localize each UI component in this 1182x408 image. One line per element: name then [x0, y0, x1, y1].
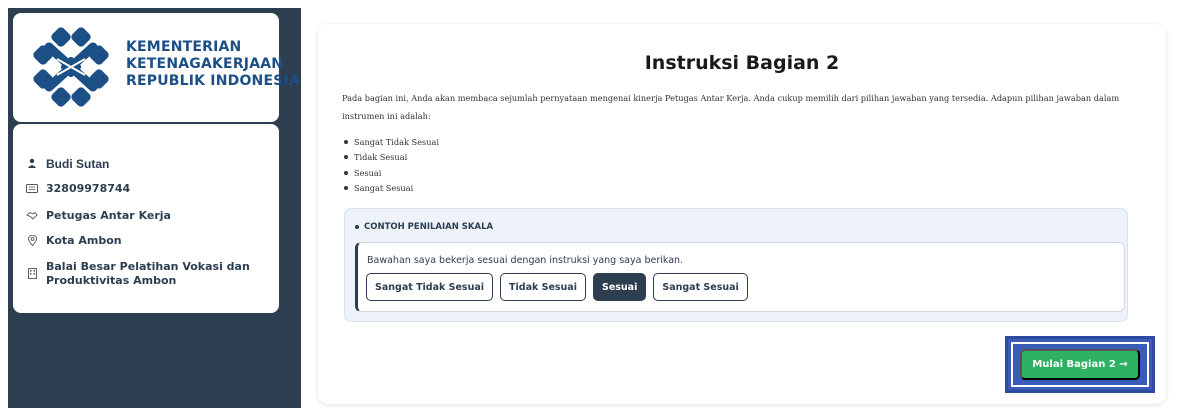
instruction-description: Pada bagian ini, Anda akan membaca sejum…: [342, 93, 1120, 121]
page-title: Instruksi Bagian 2: [644, 52, 840, 74]
logo-line-3: REPUBLIK INDONESIA: [126, 73, 300, 89]
profile-name: Budi Sutan: [46, 157, 110, 171]
choice-sangat-tidak-sesuai-button[interactable]: Sangat Tidak Sesuai: [366, 273, 494, 301]
example-choice-group: Sangat Tidak Sesuai Tidak Sesuai Sesuai …: [366, 273, 748, 301]
logo-line-2: KETENAGAKERJAAN: [126, 56, 284, 72]
scale-example-box: CONTOH PENILAIAN SKALA Bawahan saya beke…: [344, 208, 1128, 322]
ministry-logo-text: KEMENTERIAN KETENAGAKERJAAN REPUBLIK IND…: [126, 39, 300, 90]
choice-sesuai-button[interactable]: Sesuai: [592, 273, 647, 301]
list-item: Tidak Sesuai: [342, 150, 439, 166]
handshake-icon: [24, 209, 40, 221]
profile-city-row: Kota Ambon: [24, 234, 122, 247]
profile-office: Balai Besar Pelatihan Vokasi dan Produkt…: [46, 260, 250, 287]
building-icon: [24, 267, 40, 279]
profile-role: Petugas Antar Kerja: [46, 209, 171, 222]
list-item: Sangat Sesuai: [342, 181, 439, 197]
example-question-card: Bawahan saya bekerja sesuai dengan instr…: [355, 242, 1125, 312]
choice-tidak-sesuai-button[interactable]: Tidak Sesuai: [500, 273, 586, 301]
profile-card: Budi Sutan 32809978744 Petugas Antar Ker…: [13, 124, 279, 313]
list-item: Sangat Tidak Sesuai: [342, 134, 439, 150]
location-pin-icon: [24, 234, 40, 246]
profile-office-row: Balai Besar Pelatihan Vokasi dan Produkt…: [24, 260, 269, 288]
start-section-2-button[interactable]: Mulai Bagian 2 →: [1020, 349, 1140, 380]
id-card-icon: [24, 182, 40, 194]
profile-id-number: 32809978744: [46, 182, 131, 195]
example-statement: Bawahan saya bekerja sesuai dengan instr…: [367, 255, 684, 266]
list-item: Sesuai: [342, 165, 439, 181]
start-button-highlight: Mulai Bagian 2 →: [1005, 336, 1155, 393]
choice-sangat-sesuai-button[interactable]: Sangat Sesuai: [653, 273, 748, 301]
answer-options-list: Sangat Tidak Sesuai Tidak Sesuai Sesuai …: [342, 134, 439, 196]
profile-id-row: 32809978744: [24, 182, 130, 195]
profile-name-row: Budi Sutan: [24, 157, 109, 171]
ministry-logo-card: KEMENTERIAN KETENAGAKERJAAN REPUBLIK IND…: [13, 13, 300, 122]
ministry-logo-icon: [33, 27, 109, 107]
profile-role-row: Petugas Antar Kerja: [24, 209, 171, 222]
logo-line-1: KEMENTERIAN: [126, 39, 242, 55]
profile-city: Kota Ambon: [46, 234, 122, 247]
user-icon: [24, 157, 40, 169]
scale-example-heading: CONTOH PENILAIAN SKALA: [355, 222, 493, 232]
